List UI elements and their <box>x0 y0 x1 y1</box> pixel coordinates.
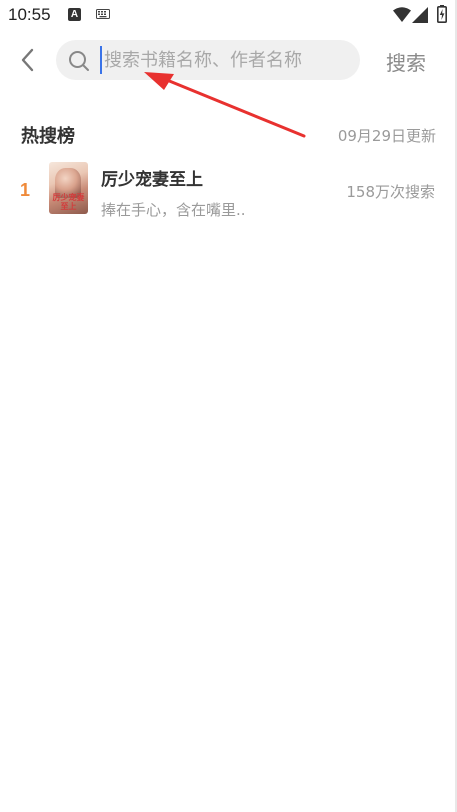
cell-signal-icon <box>412 7 428 23</box>
wifi-icon <box>393 7 411 22</box>
hot-list-updated-date: 09月29日更新 <box>337 127 436 145</box>
book-description: 捧在手心，含在嘴里.. <box>101 201 246 219</box>
book-search-count: 158万次搜索 <box>346 183 435 201</box>
back-button[interactable] <box>14 46 42 74</box>
a-notification-icon: A <box>68 8 81 21</box>
search-input[interactable] <box>100 46 354 74</box>
hot-list-title: 热搜榜 <box>21 126 75 147</box>
hot-list-header: 热搜榜 09月29日更新 <box>21 122 436 148</box>
search-submit-button[interactable]: 搜索 <box>386 47 426 76</box>
book-cover: 厉少宠妻至上 <box>49 162 88 214</box>
search-header: 搜索 <box>0 38 457 82</box>
search-icon <box>69 51 89 71</box>
search-box[interactable] <box>56 40 360 80</box>
hot-list-item[interactable]: 1 厉少宠妻至上 厉少宠妻至上 捧在手心，含在嘴里.. 158万次搜索 <box>0 160 455 222</box>
book-title: 厉少宠妻至上 <box>101 170 203 190</box>
cover-title-text: 厉少宠妻至上 <box>52 193 85 211</box>
book-rank: 1 <box>20 180 31 200</box>
keyboard-icon <box>96 9 110 19</box>
status-time: 10:55 <box>8 5 51 24</box>
chevron-left-icon <box>21 48 34 72</box>
battery-icon <box>437 5 447 23</box>
status-bar: 10:55 A <box>0 0 457 32</box>
